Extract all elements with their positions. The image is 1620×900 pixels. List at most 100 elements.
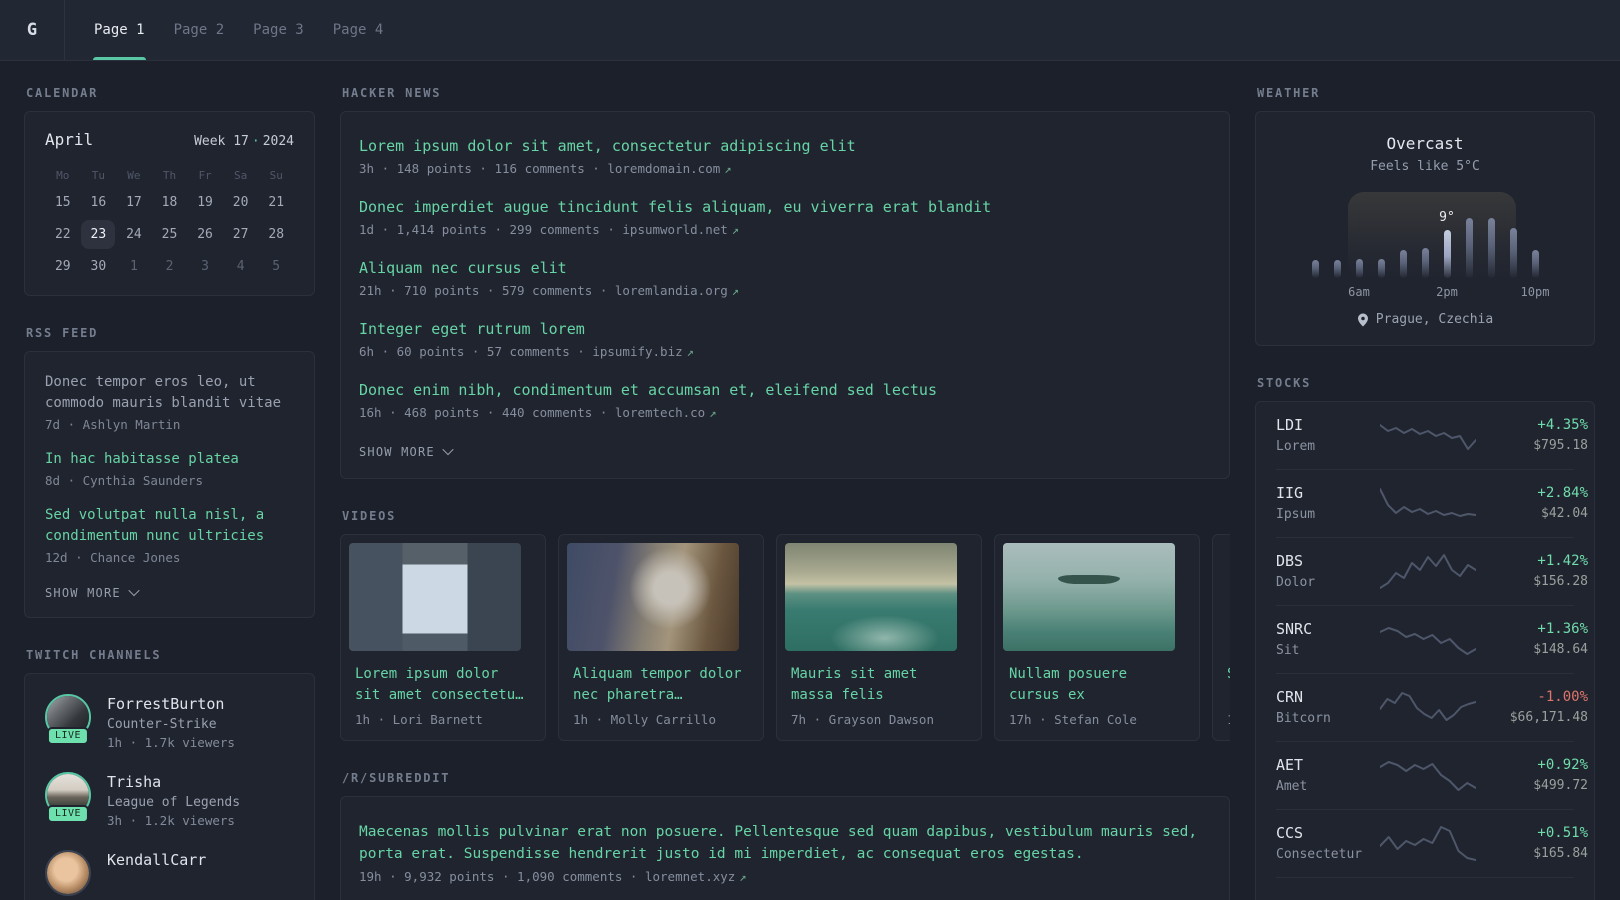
video-thumbnail bbox=[349, 543, 521, 651]
stock-identity: LDI Lorem bbox=[1276, 416, 1380, 454]
dashboard-page: G Page 1 Page 2 Page 3 Page 4 CALENDAR A… bbox=[0, 0, 1620, 900]
stock-row[interactable]: CCS Consectetur +0.51% $165.84 bbox=[1276, 809, 1588, 877]
stock-change-percent: +4.35% bbox=[1537, 417, 1588, 433]
videos-widget: VIDEOS Lorem ipsum dolor sit amet consec… bbox=[340, 509, 1230, 741]
video-card[interactable]: Suspendisse diam 18h · Tara bbox=[1212, 534, 1230, 741]
page-tabs: Page 1 Page 2 Page 3 Page 4 bbox=[93, 0, 384, 60]
weather-hour-label: 2pm bbox=[1436, 285, 1458, 299]
twitch-widget: TWITCH CHANNELS LIVE ForrestBurton Count… bbox=[24, 648, 315, 900]
video-card[interactable]: Nullam posuere cursus ex 17h · Stefan Co… bbox=[994, 534, 1200, 741]
weather-widget: WEATHER Overcast Feels like 5°C 6am 9° 2… bbox=[1255, 86, 1595, 346]
stock-row[interactable]: LDI Lorem +4.35% $795.18 bbox=[1276, 402, 1588, 469]
weather-temp-bar bbox=[1487, 218, 1495, 278]
stock-row[interactable]: IIG Ipsum +2.84% $42.04 bbox=[1276, 469, 1588, 537]
hackernews-item-stats: 21h · 710 points · 579 comments · bbox=[359, 283, 608, 298]
hackernews-item-domain[interactable]: loremdomain.com ↗ bbox=[607, 161, 731, 176]
twitch-channel-row[interactable]: KendallCarr bbox=[45, 850, 294, 896]
hackernews-item-title[interactable]: Aliquam nec cursus elit bbox=[359, 258, 1211, 279]
rss-item: Donec tempor eros leo, ut commodo mauris… bbox=[45, 372, 294, 432]
twitch-channel-row[interactable]: LIVE ForrestBurton Counter-Strike 1h · 1… bbox=[45, 694, 294, 750]
reddit-post-domain[interactable]: loremnet.xyz ↗ bbox=[645, 869, 747, 884]
stock-sparkline-chart bbox=[1380, 488, 1476, 517]
video-card[interactable]: Lorem ipsum dolor sit amet consectetu… 1… bbox=[340, 534, 546, 741]
hackernews-item-domain[interactable]: ipsumworld.net ↗ bbox=[622, 222, 739, 237]
stock-price: $795.18 bbox=[1533, 438, 1588, 453]
video-thumbnail bbox=[1003, 543, 1175, 651]
stock-values: +4.35% $795.18 bbox=[1476, 417, 1588, 453]
stock-name: Consectetur bbox=[1276, 847, 1363, 862]
twitch-channel-meta: 3h · 1.2k viewers bbox=[107, 813, 235, 828]
stock-row[interactable]: AET Amet +0.92% $499.72 bbox=[1276, 741, 1588, 809]
reddit-section-title: /R/SUBREDDIT bbox=[342, 771, 451, 785]
reddit-post-stats: 19h · 9,932 points · 1,090 comments · bbox=[359, 869, 638, 884]
reddit-widget: /R/SUBREDDIT Maecenas mollis pulvinar er… bbox=[340, 771, 1230, 900]
rss-item-title[interactable]: Sed volutpat nulla nisl, a condimentum n… bbox=[45, 505, 294, 547]
stock-identity: AET Amet bbox=[1276, 756, 1380, 794]
stock-change-percent: -1.00% bbox=[1537, 689, 1588, 705]
stock-row[interactable]: SNRC Sit +1.36% $148.64 bbox=[1276, 605, 1588, 673]
twitch-channel-row[interactable]: LIVE Trisha League of Legends 3h · 1.2k … bbox=[45, 772, 294, 828]
stock-change-percent: +1.42% bbox=[1537, 553, 1588, 569]
page-tab[interactable]: Page 1 bbox=[93, 0, 146, 60]
calendar-header: April Week 17 · 2024 bbox=[45, 130, 294, 149]
stock-row[interactable]: CRN Bitcorn -1.00% $66,171.48 bbox=[1276, 673, 1588, 741]
stock-sparkline-chart bbox=[1380, 424, 1476, 450]
twitch-card: LIVE ForrestBurton Counter-Strike 1h · 1… bbox=[24, 673, 315, 900]
hackernews-item-stats: 16h · 468 points · 440 comments · bbox=[359, 405, 608, 420]
page-tab[interactable]: Page 2 bbox=[173, 0, 226, 60]
stock-sparkline-chart bbox=[1380, 627, 1476, 655]
weather-temp-bar bbox=[1531, 250, 1539, 278]
rss-section-title: RSS FEED bbox=[26, 326, 99, 340]
stock-price: $66,171.48 bbox=[1509, 710, 1588, 725]
hackernews-item-title[interactable]: Donec enim nibh, condimentum et accumsan… bbox=[359, 380, 1211, 401]
stock-name: Dolor bbox=[1276, 575, 1316, 590]
reddit-post-title[interactable]: Maecenas mollis pulvinar erat non posuer… bbox=[359, 821, 1211, 865]
calendar-weekday: Sa bbox=[234, 168, 248, 182]
app-logo[interactable]: G bbox=[0, 0, 65, 60]
calendar-day: 27 bbox=[232, 227, 249, 242]
rss-item-title[interactable]: In hac habitasse platea bbox=[45, 449, 294, 470]
calendar-day: 5 bbox=[272, 259, 281, 274]
stock-identity: CRN Bitcorn bbox=[1276, 688, 1380, 726]
stock-sparkline-wrap bbox=[1380, 823, 1476, 863]
twitch-section-title: TWITCH CHANNELS bbox=[26, 648, 162, 662]
stock-values: +1.36% $148.64 bbox=[1476, 621, 1588, 657]
chevron-down-icon bbox=[128, 584, 140, 596]
rss-widget: RSS FEED Donec tempor eros leo, ut commo… bbox=[24, 326, 315, 618]
weather-temp-label: 9° bbox=[1439, 210, 1455, 225]
weather-section-title: WEATHER bbox=[1257, 86, 1321, 100]
rss-show-more-button[interactable]: SHOW MORE bbox=[45, 584, 140, 600]
stock-sparkline-chart bbox=[1380, 554, 1476, 589]
stock-sparkline-chart bbox=[1380, 826, 1476, 861]
video-card[interactable]: Mauris sit amet massa felis 7h · Grayson… bbox=[776, 534, 982, 741]
video-card[interactable]: Aliquam tempor dolor nec pharetra… 1h · … bbox=[558, 534, 764, 741]
weather-hourly-chart: 6am 9° 2pm 10pm bbox=[1304, 190, 1549, 299]
rss-item-title[interactable]: Donec tempor eros leo, ut commodo mauris… bbox=[45, 372, 294, 414]
calendar-weekday: Mo bbox=[56, 168, 70, 182]
stock-symbol: AET bbox=[1276, 756, 1304, 774]
stock-symbol: CCS bbox=[1276, 824, 1304, 842]
calendar-day: 3 bbox=[201, 259, 209, 274]
hackernews-item-title[interactable]: Integer eget rutrum lorem bbox=[359, 319, 1211, 340]
stock-identity: DBS Dolor bbox=[1276, 552, 1380, 590]
stock-sparkline-chart bbox=[1380, 761, 1476, 791]
middle-column: HACKER NEWS Lorem ipsum dolor sit amet, … bbox=[340, 86, 1230, 900]
hackernews-item-title[interactable]: Lorem ipsum dolor sit amet, consectetur … bbox=[359, 136, 1211, 157]
weather-temp-bar bbox=[1465, 218, 1473, 278]
hackernews-item-domain[interactable]: loremlandia.org ↗ bbox=[615, 283, 739, 298]
stock-values: -1.00% $66,171.48 bbox=[1476, 689, 1588, 725]
stock-row[interactable]: DBS Dolor +1.42% $156.28 bbox=[1276, 537, 1588, 605]
calendar-year: 2024 bbox=[262, 134, 294, 149]
stock-row[interactable]: AHS +0.46% bbox=[1276, 877, 1574, 900]
stock-sparkline-wrap bbox=[1380, 551, 1476, 591]
weather-location-label: Prague, Czechia bbox=[1375, 312, 1494, 327]
hackernews-item-domain[interactable]: ipsumify.biz ↗ bbox=[592, 344, 694, 359]
hackernews-item-title[interactable]: Donec imperdiet augue tincidunt felis al… bbox=[359, 197, 1211, 218]
hackernews-item-domain[interactable]: loremtech.co ↗ bbox=[615, 405, 717, 420]
rss-item-meta: 8d · Cynthia Saunders bbox=[45, 473, 204, 488]
page-tab[interactable]: Page 3 bbox=[252, 0, 305, 60]
page-tab[interactable]: Page 4 bbox=[332, 0, 385, 60]
weather-temp-bar bbox=[1355, 259, 1363, 278]
hackernews-item-meta: 1d · 1,414 points · 299 comments · ipsum… bbox=[359, 222, 1211, 237]
hackernews-show-more-button[interactable]: SHOW MORE bbox=[359, 443, 454, 459]
